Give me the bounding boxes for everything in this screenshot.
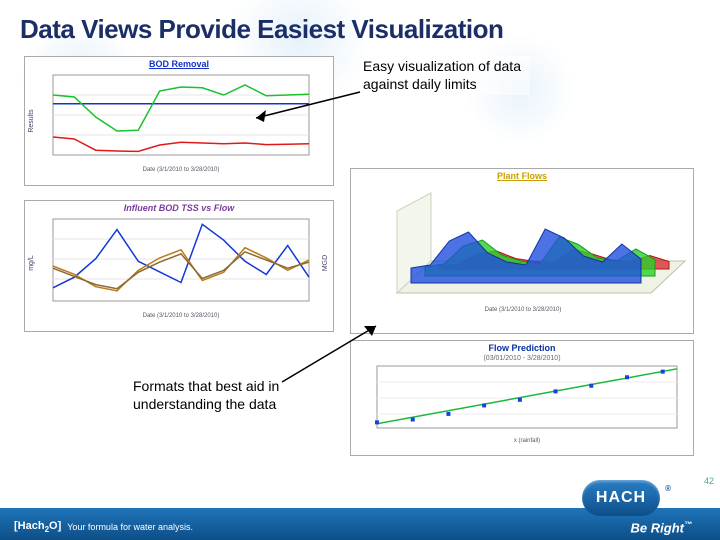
hach2o-brand: [Hach2O] Your formula for water analysis… [14, 520, 193, 534]
svg-text:Date (3/1/2010 to 3/28/2010): Date (3/1/2010 to 3/28/2010) [485, 307, 562, 313]
chart-flow-prediction-subtitle: (03/01/2010 - 3/28/2010) [351, 355, 693, 362]
callout-formats: Formats that best aid in understanding t… [130, 376, 300, 415]
chart-bod-tss-flow-title: Influent BOD TSS vs Flow [25, 201, 333, 215]
svg-text:Date (3/1/2010 to 3/28/2010): Date (3/1/2010 to 3/28/2010) [143, 313, 220, 319]
chart-plant-flows-title: Plant Flows [351, 169, 693, 183]
arrow-to-bod-chart [250, 88, 370, 128]
chart-bod-tss-flow: Influent BOD TSS vs Flow mg/L MGD Date (… [24, 200, 334, 332]
chart-bod-removal-title: BOD Removal [25, 57, 333, 71]
callout-easy-visualization: Easy visualization of data against daily… [360, 56, 530, 95]
svg-text:MGD: MGD [322, 255, 329, 271]
chart-bod-tss-flow-plot: mg/L MGD Date (3/1/2010 to 3/28/2010) [25, 215, 335, 325]
slide-title: Data Views Provide Easiest Visualization [20, 14, 700, 45]
svg-text:x (rainfall): x (rainfall) [514, 438, 540, 444]
svg-text:Date (3/1/2010 to 3/28/2010): Date (3/1/2010 to 3/28/2010) [143, 167, 220, 173]
arrow-to-plant-flows [276, 320, 386, 390]
hach-logo: HACH [582, 480, 660, 516]
footer-slogan: Be Right™ [631, 520, 692, 535]
ribbon-a [411, 229, 641, 283]
svg-text:mg/L: mg/L [28, 255, 35, 271]
footer: 42 HACH Be Right™ [Hach2O] Your formula … [0, 486, 720, 540]
chart-plant-flows-plot: Date (3/1/2010 to 3/28/2010) [351, 183, 695, 321]
chart-flow-prediction-plot: x (rainfall) [351, 362, 695, 448]
chart-flow-prediction-title: Flow Prediction [351, 341, 693, 355]
chart-plant-flows: Plant Flows Date (3/1/2010 to 3/28/2010) [350, 168, 694, 334]
svg-text:Results: Results [28, 109, 35, 133]
hach2o-tagline: Your formula for water analysis. [67, 522, 193, 532]
page-number: 42 [704, 476, 714, 486]
chart-flow-prediction: Flow Prediction (03/01/2010 - 3/28/2010)… [350, 340, 694, 456]
